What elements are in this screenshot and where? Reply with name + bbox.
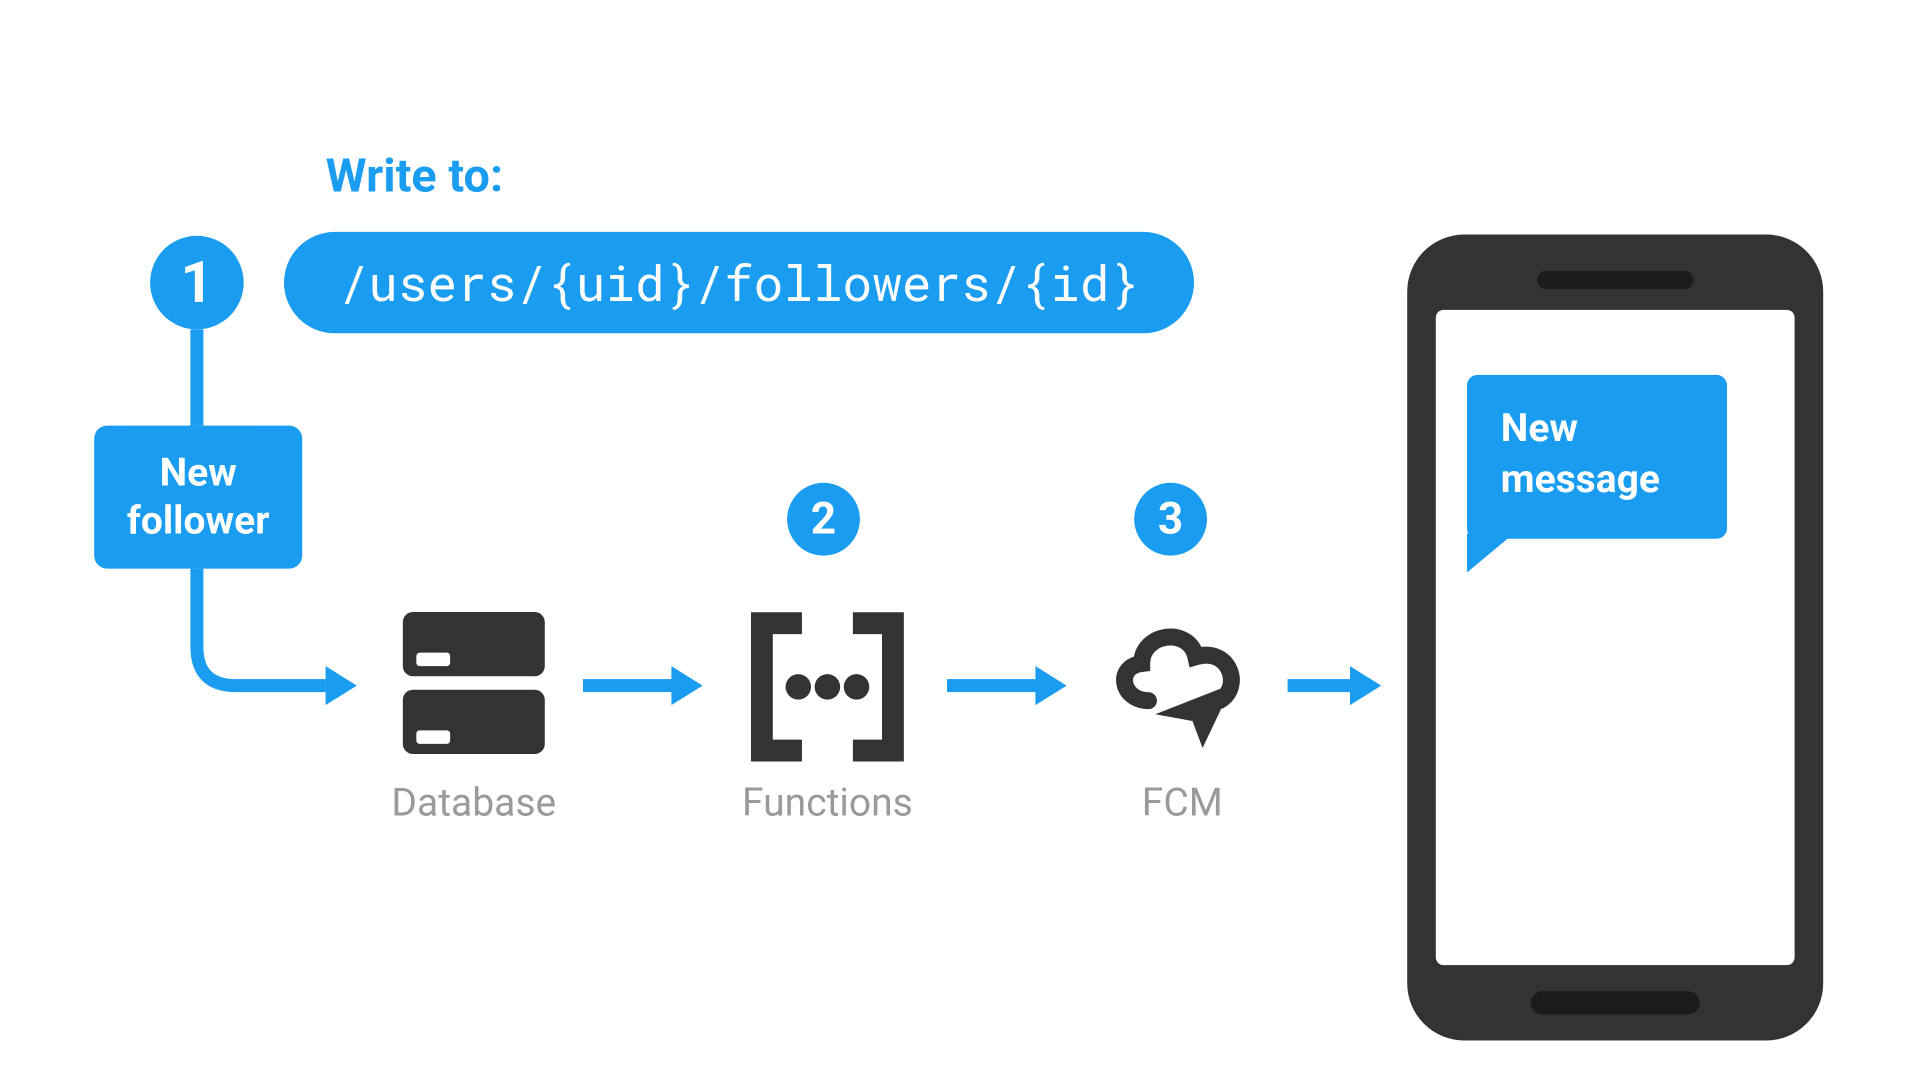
phone-device: New message <box>1407 234 1823 1040</box>
fcm-label: FCM <box>1098 781 1267 827</box>
notification-bubble: New message <box>1467 375 1727 539</box>
arrow-functions-to-fcm <box>947 679 1064 692</box>
connector-line-step1-to-trigger <box>190 329 203 425</box>
database-label: Database <box>389 781 558 827</box>
new-follower-line1: New <box>160 448 237 497</box>
fcm-icon <box>1098 596 1267 770</box>
bubble-line2: message <box>1501 454 1693 505</box>
new-follower-line2: follower <box>127 497 270 546</box>
step-badge-3: 3 <box>1134 483 1207 556</box>
step-badge-2: 2 <box>787 483 860 556</box>
step-badge-1: 1 <box>150 236 244 330</box>
database-path-pill: /users/{uid}/followers/{id} <box>284 232 1194 333</box>
phone-speaker <box>1537 271 1693 289</box>
functions-label: Functions <box>730 781 925 827</box>
connector-curve-to-database <box>190 569 359 712</box>
write-to-heading: Write to: <box>326 149 504 204</box>
phone-homebar <box>1531 991 1700 1014</box>
arrow-db-to-functions <box>583 679 700 692</box>
new-follower-box: New follower <box>94 426 302 569</box>
diagram-canvas: Write to: 1 /users/{uid}/followers/{id} … <box>24 14 1896 1067</box>
phone-screen: New message <box>1436 310 1795 965</box>
database-icon <box>389 599 558 773</box>
bubble-line1: New <box>1501 404 1693 455</box>
arrow-fcm-to-phone <box>1288 679 1379 692</box>
functions-icon <box>736 596 918 783</box>
